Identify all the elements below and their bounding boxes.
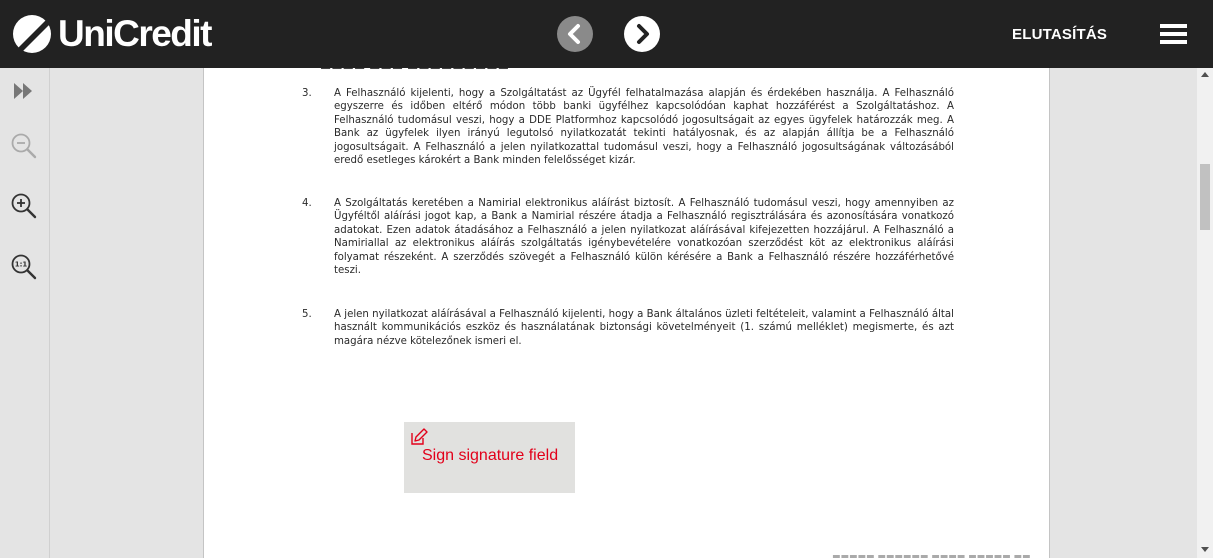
zoom-out-icon[interactable] bbox=[9, 131, 39, 161]
list-item: 4. A Szolgáltatás keretében a Namirial e… bbox=[302, 197, 954, 277]
item-text: A jelen nyilatkozat aláírásával a Felhas… bbox=[334, 309, 954, 347]
side-toolbar: 1:1 bbox=[0, 68, 50, 558]
reject-button[interactable]: ELUTASÍTÁS bbox=[1012, 26, 1107, 43]
hamburger-menu-icon[interactable] bbox=[1160, 24, 1188, 44]
chevron-right-icon bbox=[637, 24, 649, 44]
list-item: 3. A Felhasználó kijelenti, hogy a Szolg… bbox=[302, 87, 954, 167]
signature-field[interactable]: Sign signature field bbox=[404, 422, 575, 493]
scroll-down-icon[interactable] bbox=[1201, 547, 1209, 552]
vertical-scrollbar[interactable] bbox=[1197, 68, 1213, 558]
scrollbar-thumb[interactable] bbox=[1200, 164, 1210, 230]
sign-signature-label: Sign signature field bbox=[422, 447, 559, 464]
item-number: 3. bbox=[302, 88, 312, 99]
expand-panel-icon[interactable] bbox=[9, 76, 39, 106]
unicredit-logo: UniCredit bbox=[10, 8, 213, 60]
chevron-left-icon bbox=[568, 24, 580, 44]
item-text: A Szolgáltatás keretében a Namirial elek… bbox=[334, 198, 954, 277]
item-number: 5. bbox=[302, 309, 312, 320]
item-text: A Felhasználó kijelenti, hogy a Szolgált… bbox=[334, 88, 954, 167]
document-page: ▬▬▬▬ ▬▬▬ ▬▬▬▬▬▬▬▬▬ 3. A Felhasználó kije… bbox=[203, 68, 1050, 558]
clipped-footer-text: ▬▬▬▬▬ ▬▬▬▬▬▬ ▬▬▬▬ ▬▬▬▬▬ ▬▬ bbox=[832, 552, 1031, 558]
svg-text:1:1: 1:1 bbox=[15, 261, 28, 269]
top-bar: UniCredit ELUTASÍTÁS bbox=[0, 0, 1213, 68]
scroll-up-icon[interactable] bbox=[1201, 72, 1209, 77]
next-page-button[interactable] bbox=[624, 16, 660, 52]
item-number: 4. bbox=[302, 198, 312, 209]
clipped-text-line: ▬▬▬▬ ▬▬▬ ▬▬▬▬▬▬▬▬▬ bbox=[320, 68, 509, 73]
zoom-actual-size-icon[interactable]: 1:1 bbox=[9, 252, 39, 282]
logo-text: UniCredit bbox=[58, 13, 213, 54]
edit-signature-icon bbox=[411, 428, 428, 445]
previous-page-button[interactable] bbox=[557, 16, 593, 52]
unicredit-logo-icon bbox=[13, 15, 52, 54]
list-item: 5. A jelen nyilatkozat aláírásával a Fel… bbox=[302, 308, 954, 348]
zoom-in-icon[interactable] bbox=[9, 191, 39, 221]
